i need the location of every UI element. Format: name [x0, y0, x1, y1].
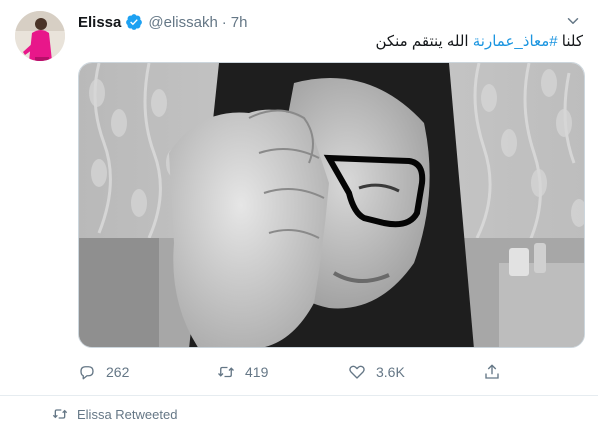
hashtag-link[interactable]: #معاذ_عمارنة	[473, 33, 558, 50]
author-handle[interactable]: @elissakh	[148, 14, 217, 31]
author-name[interactable]: Elissa	[78, 14, 121, 31]
retweet-count: 419	[245, 364, 269, 380]
reply-button[interactable]: 262	[78, 363, 129, 381]
like-button[interactable]: 3.6K	[348, 363, 405, 381]
chevron-down-icon[interactable]	[564, 12, 582, 30]
tweet-text-after: الله ينتقم منكن	[375, 33, 473, 50]
retweet-context: Elissa Retweeted	[52, 406, 177, 422]
header-separator: ·	[221, 13, 227, 31]
tweet-actions: 262 419 3.6K	[78, 363, 508, 385]
tweet-photo-image	[79, 63, 584, 347]
retweet-context-label[interactable]: Elissa Retweeted	[77, 407, 177, 422]
tweet-photo[interactable]	[78, 62, 585, 348]
heart-icon	[349, 365, 365, 379]
share-icon	[485, 364, 499, 379]
tweet-text: كلنا #معاذ_عمارنة الله ينتقم منكن	[83, 32, 583, 52]
share-button[interactable]	[483, 363, 511, 381]
reply-count: 262	[106, 364, 130, 380]
retweet-icon	[218, 366, 234, 378]
tweet-text-before: كلنا	[557, 33, 583, 50]
retweet-context-icon	[52, 409, 68, 419]
retweet-button[interactable]: 419	[217, 363, 268, 381]
avatar-image	[15, 11, 65, 61]
reply-icon	[80, 366, 94, 380]
avatar[interactable]	[15, 11, 65, 61]
like-count: 3.6K	[376, 364, 405, 380]
tweet-timestamp[interactable]: 7h	[231, 14, 248, 31]
verified-badge-icon	[126, 14, 143, 30]
tweet-header: Elissa @elissakh · 7h	[78, 12, 247, 32]
tweet[interactable]: Elissa @elissakh · 7h كلنا #معاذ_عمارنة …	[0, 0, 598, 396]
